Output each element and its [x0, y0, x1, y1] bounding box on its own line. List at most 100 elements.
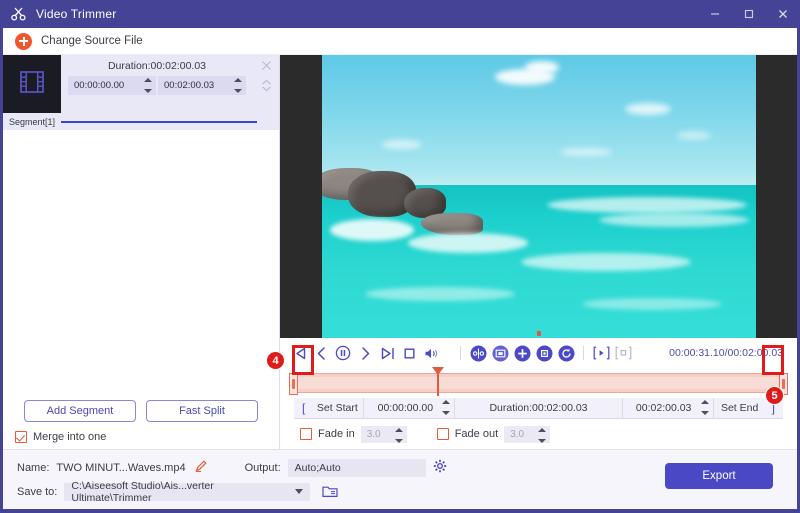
save-to-select[interactable]: C:\Aiseesoft Studio\Ais...verter Ultimat… — [64, 479, 311, 504]
split-icon[interactable] — [467, 342, 489, 364]
trim-timeline[interactable] — [280, 367, 797, 398]
cloud-shape — [525, 60, 560, 74]
film-strip-icon — [18, 69, 46, 100]
main-area: Duration:00:02:00.03 00:00:00.00 00:02:0… — [3, 55, 797, 449]
segment-thumbnail — [3, 55, 61, 113]
jump-to-end-icon[interactable] — [376, 342, 398, 364]
trim-start-value: 00:00:00.00 — [377, 402, 434, 414]
segments-empty-space — [3, 130, 279, 393]
chevron-down-icon[interactable] — [295, 489, 304, 494]
merge-into-one-row[interactable]: Merge into one — [15, 430, 267, 443]
segment-start-stepper[interactable] — [144, 78, 152, 93]
play-preview-icon[interactable] — [590, 342, 612, 364]
set-start-bracket-icon: [ — [302, 401, 306, 415]
window-controls — [698, 0, 800, 28]
stop-icon[interactable] — [398, 342, 420, 364]
foam-shape — [364, 287, 515, 302]
save-to-label: Save to: — [17, 485, 58, 498]
segment-buttons-row: Add Segment Fast Split — [15, 399, 267, 422]
center-marker — [536, 331, 541, 336]
output-format-value: Auto;Auto — [294, 461, 341, 474]
add-icon[interactable] — [511, 342, 533, 364]
gear-icon[interactable] — [433, 459, 447, 476]
segment-end-stepper[interactable] — [234, 78, 242, 93]
fade-out-label: Fade out — [454, 428, 499, 440]
merge-into-one-label: Merge into one — [33, 430, 107, 443]
controls-divider — [460, 346, 461, 360]
change-source-label: Change Source File — [41, 35, 143, 47]
segment-name: Segment[1] — [8, 116, 56, 127]
pencil-icon[interactable] — [194, 460, 207, 475]
preview-panel: 00:00:31.10/00:02:00.03 [ Set Start 00:0… — [280, 55, 797, 449]
volume-icon[interactable] — [420, 342, 442, 364]
fade-in-input[interactable]: 3.0 — [360, 425, 407, 443]
segment-bar-wrap[interactable] — [61, 120, 279, 123]
scissors-icon — [10, 5, 28, 23]
timeline-selection — [298, 377, 779, 389]
fade-out-stepper[interactable] — [538, 427, 547, 443]
foam-shape — [547, 196, 748, 213]
plus-circle-icon — [15, 32, 32, 50]
fast-split-button[interactable]: Fast Split — [146, 399, 258, 422]
fade-in-checkbox[interactable] — [300, 428, 312, 440]
fade-row: Fade in 3.0 Fade out 3.0 — [294, 419, 783, 449]
cloud-shape — [382, 139, 423, 149]
folder-icon[interactable] — [322, 485, 338, 498]
minimize-icon[interactable] — [698, 0, 732, 28]
segment-progress-bar — [61, 120, 257, 123]
updown-chevron-icon[interactable] — [261, 79, 272, 95]
trim-start-handle-highlight — [292, 345, 314, 375]
fade-out-group: Fade out 3.0 — [436, 425, 551, 443]
merge-into-one-checkbox[interactable] — [15, 430, 27, 443]
step-forward-icon[interactable] — [354, 342, 376, 364]
pause-icon[interactable] — [332, 342, 354, 364]
save-to-value: C:\Aiseesoft Studio\Ais...verter Ultimat… — [71, 479, 214, 504]
title-bar: Video Trimmer — [0, 0, 800, 28]
stop-preview-icon[interactable] — [612, 342, 634, 364]
trim-start-handle[interactable] — [289, 373, 298, 395]
segment-end-input[interactable]: 00:02:00.03 — [158, 76, 246, 95]
close-small-icon[interactable] — [261, 60, 272, 74]
segment-duration-label: Duration:00:02:00.03 — [107, 60, 207, 72]
export-button[interactable]: Export — [665, 463, 773, 489]
delete-icon[interactable] — [533, 342, 555, 364]
segment-card[interactable]: Duration:00:02:00.03 00:00:00.00 00:02:0… — [3, 55, 279, 113]
trim-end-stepper[interactable] — [700, 400, 709, 415]
fade-in-group: Fade in 3.0 — [300, 425, 407, 443]
output-file-name: TWO MINUT...Waves.mp4 — [56, 461, 186, 474]
set-start-button[interactable]: Set Start — [311, 402, 363, 414]
timeline-playhead[interactable] — [433, 367, 443, 396]
fade-in-stepper[interactable] — [394, 427, 403, 443]
segment-side-actions — [253, 55, 279, 113]
reset-icon[interactable] — [555, 342, 577, 364]
trim-end-value: 00:02:00.03 — [635, 402, 692, 414]
trim-start-stepper[interactable] — [442, 400, 451, 415]
segment-start-value: 00:00:00.00 — [74, 80, 125, 91]
fade-out-value: 3.0 — [510, 428, 525, 440]
add-segment-button[interactable]: Add Segment — [24, 399, 136, 422]
trim-end-handle-highlight — [762, 345, 784, 375]
fade-out-input[interactable]: 3.0 — [504, 425, 551, 443]
window-title: Video Trimmer — [36, 7, 117, 21]
trim-values-row: [ Set Start 00:00:00.00 Duration:00:02:0… — [294, 398, 783, 419]
trim-start-input[interactable]: 00:00:00.00 — [363, 398, 456, 418]
segment-start-input[interactable]: 00:00:00.00 — [68, 76, 156, 95]
trim-end-input[interactable]: 00:02:00.03 — [621, 398, 714, 418]
segment-actions: Add Segment Fast Split Merge into one — [3, 393, 279, 449]
change-source-bar[interactable]: Change Source File — [3, 28, 797, 55]
fade-in-label: Fade in — [318, 428, 355, 440]
controls-divider-2 — [583, 346, 584, 360]
snapshot-icon[interactable] — [489, 342, 511, 364]
window-body: Change Source File Duration:00:02:00.03 … — [3, 28, 797, 509]
output-label: Output: — [244, 461, 281, 474]
set-end-button[interactable]: Set End — [714, 402, 766, 414]
video-preview[interactable] — [280, 55, 797, 338]
close-icon[interactable] — [766, 0, 800, 28]
fade-in-value: 3.0 — [366, 428, 381, 440]
output-format-select[interactable]: Auto;Auto — [287, 458, 426, 477]
maximize-icon[interactable] — [732, 0, 766, 28]
timeline-track[interactable] — [289, 367, 788, 396]
fade-out-checkbox[interactable] — [436, 428, 449, 440]
foam-shape — [330, 219, 415, 242]
segment-progress-row: Segment[1] — [3, 113, 279, 130]
